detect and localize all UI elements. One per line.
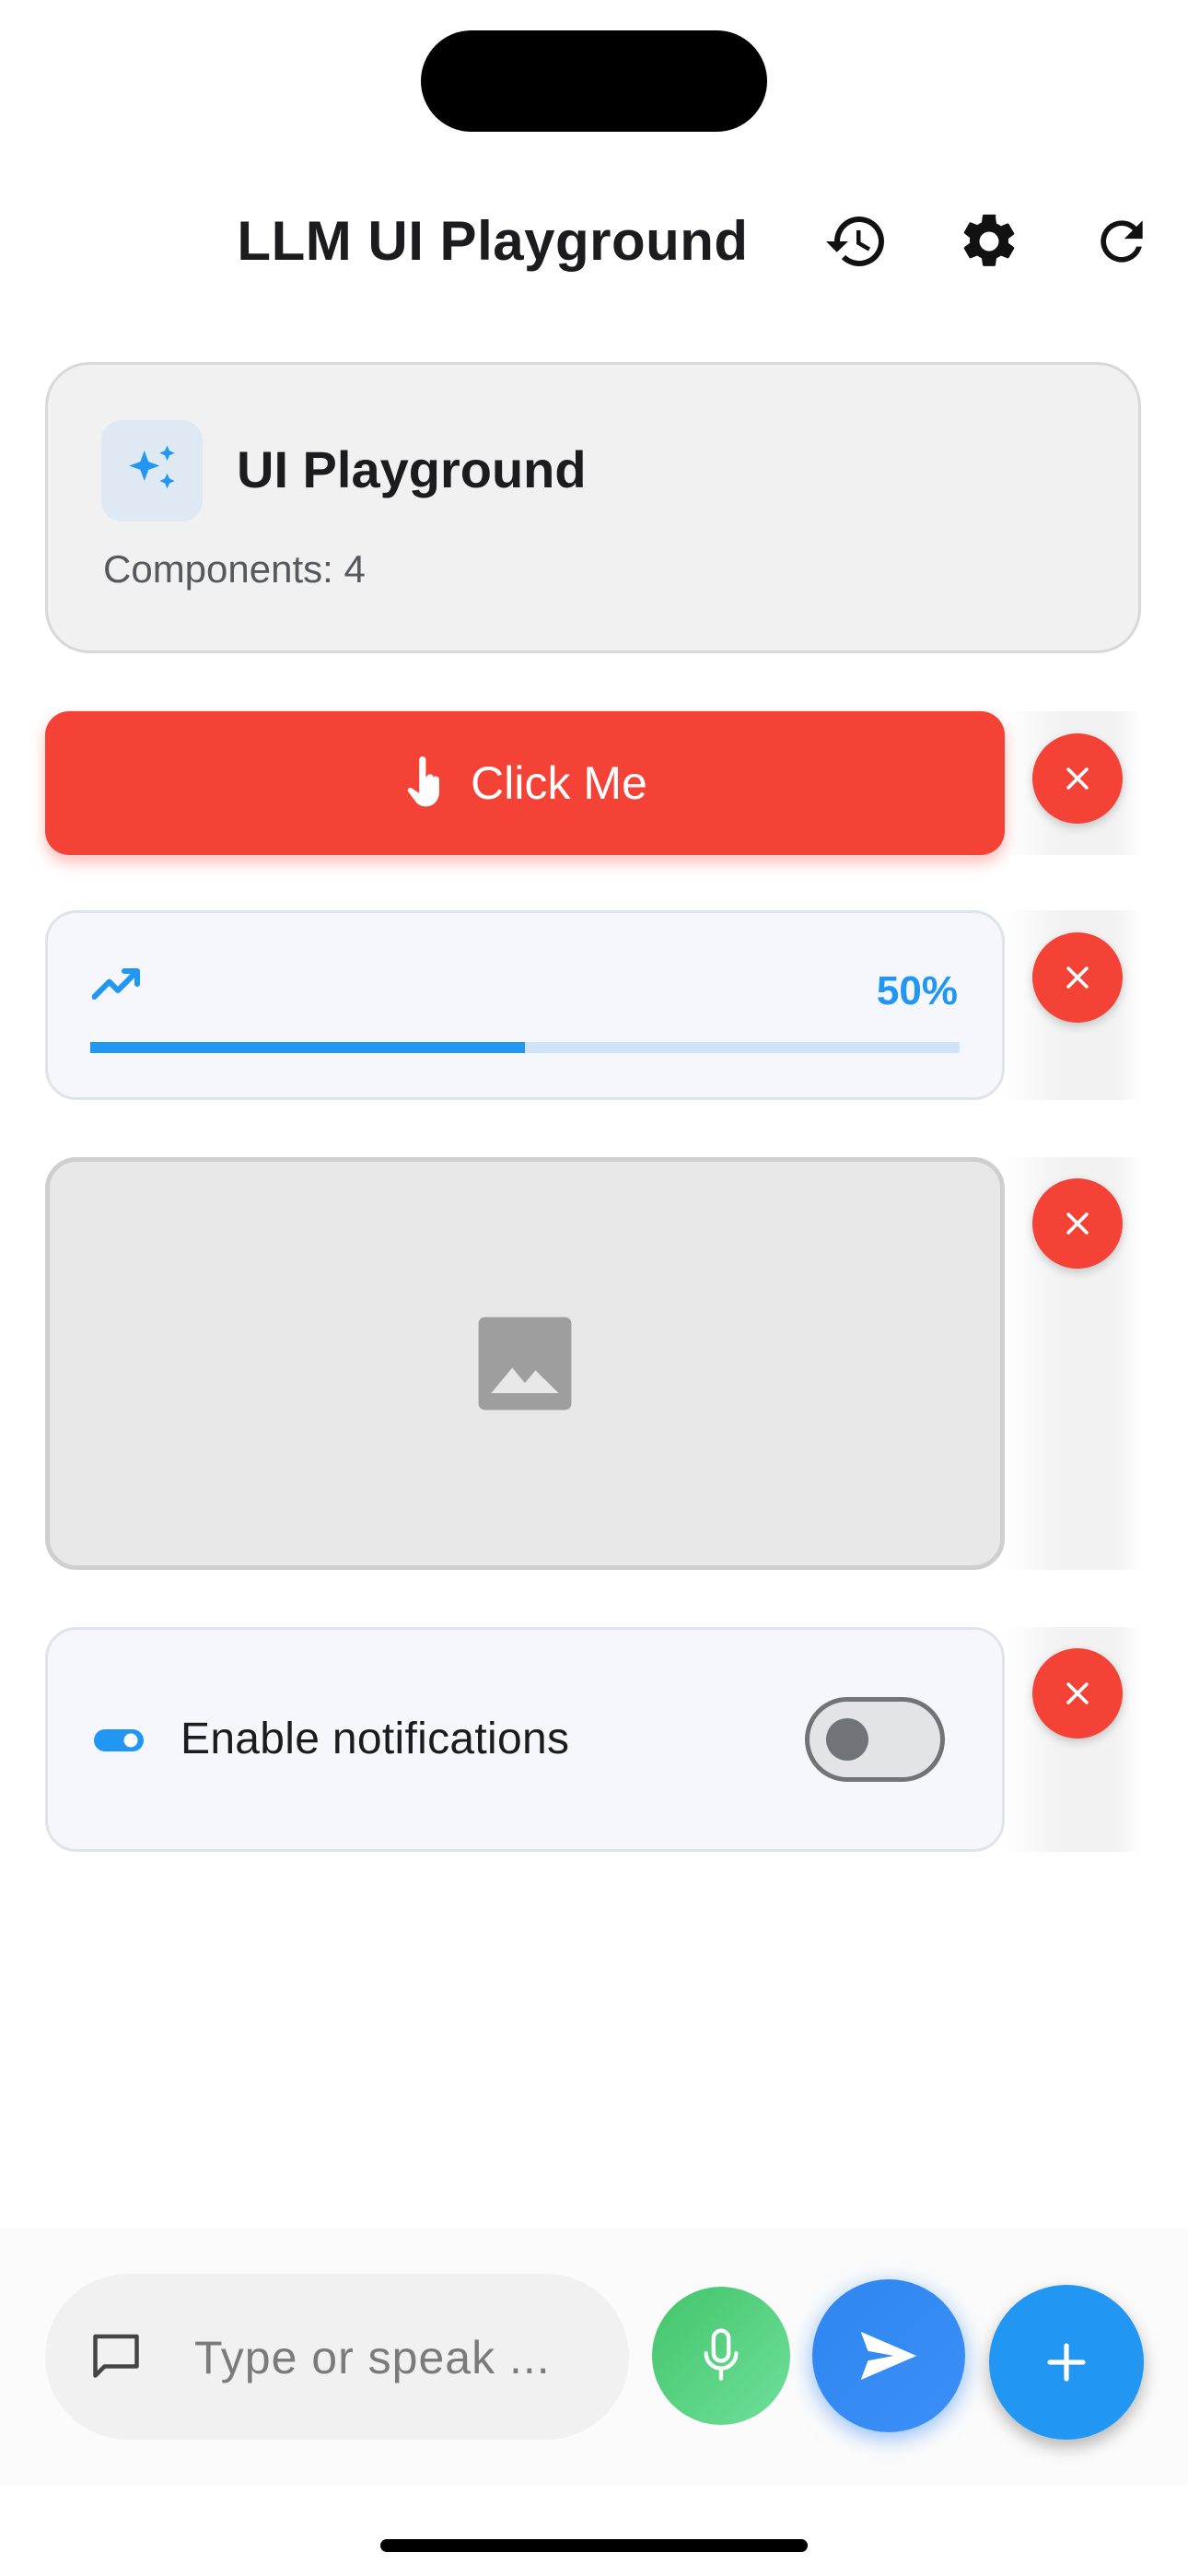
components-count: Components: 4 (103, 547, 366, 591)
history-button[interactable] (816, 201, 897, 282)
close-icon (1066, 966, 1089, 989)
plus-icon (1047, 2343, 1086, 2382)
message-input[interactable] (192, 2320, 601, 2395)
progress-bar-fill (90, 1042, 525, 1053)
progress-card (45, 910, 1005, 1100)
summary-icon-tile (101, 420, 203, 521)
microphone-button[interactable] (652, 2287, 790, 2425)
close-icon (1066, 767, 1089, 790)
microphone-icon (704, 2328, 739, 2381)
settings-button[interactable] (949, 201, 1030, 282)
dynamic-island (421, 30, 767, 132)
delete-button-component-image[interactable] (1032, 1178, 1123, 1269)
close-icon (1066, 1212, 1089, 1235)
send-button[interactable] (812, 2279, 965, 2432)
refresh-button[interactable] (1081, 201, 1162, 282)
delete-button-component-progress[interactable] (1032, 932, 1123, 1023)
toggle-label: Enable notifications (181, 1715, 570, 1763)
history-icon (826, 217, 884, 266)
sparkles-icon (129, 445, 175, 489)
delete-button-component-toggle[interactable] (1032, 1648, 1123, 1739)
image-placeholder-icon (478, 1317, 572, 1411)
delete-button-component-button[interactable] (1032, 733, 1123, 824)
touch-icon (402, 756, 445, 810)
progress-value-label: 50% (876, 968, 958, 1013)
trending-up-icon (91, 966, 144, 1007)
progress-bar (90, 1042, 960, 1053)
settings-icon (963, 214, 1015, 266)
send-icon (860, 2331, 917, 2381)
notifications-switch[interactable] (805, 1697, 945, 1782)
close-icon (1066, 1682, 1089, 1704)
summary-title: UI Playground (237, 440, 587, 498)
playground-summary-card (45, 362, 1141, 653)
click-me-button[interactable]: Click Me (45, 711, 1005, 855)
add-component-button[interactable] (989, 2285, 1144, 2440)
refresh-icon (1101, 220, 1143, 263)
image-placeholder-card (45, 1157, 1005, 1570)
toggle-icon (94, 1727, 144, 1759)
click-me-label: Click Me (471, 757, 647, 809)
home-indicator (380, 2539, 808, 2552)
switch-knob (826, 1718, 868, 1761)
chat-bubble-icon (88, 2327, 144, 2387)
